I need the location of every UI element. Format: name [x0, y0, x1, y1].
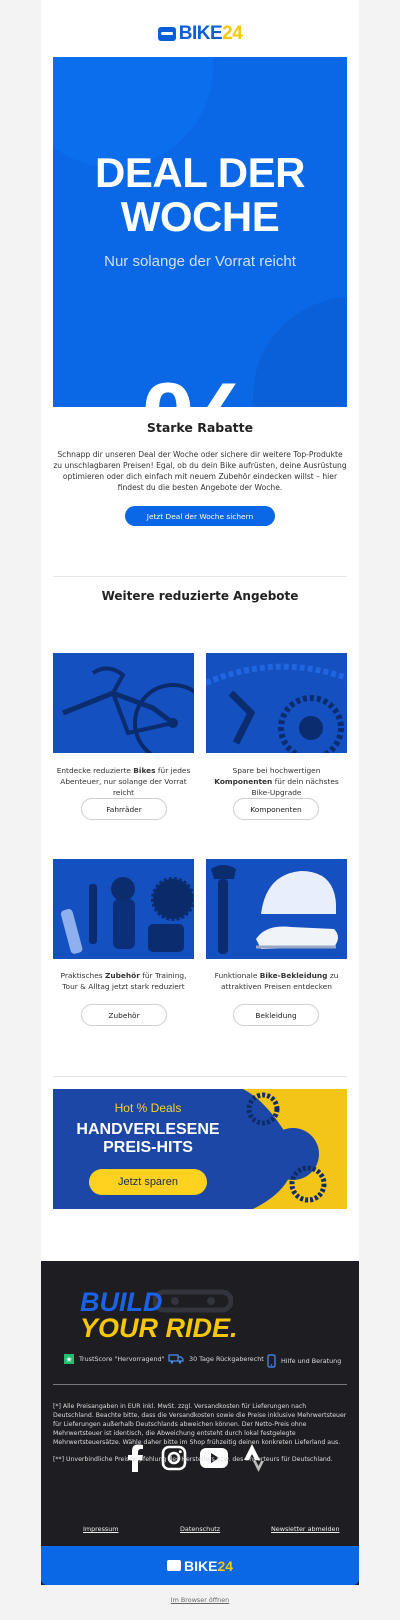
legal-text-rrp: [**] Unverbindliche Preisempfehlung des …	[53, 1456, 333, 1463]
footer: BUILD YOUR RIDE. ★ TrustScore "Hervorrag…	[41, 1261, 359, 1585]
apparel-button[interactable]: Bekleidung	[233, 1004, 319, 1026]
bike24-logo-mark	[157, 27, 176, 41]
accessories-button[interactable]: Zubehör	[81, 1004, 167, 1026]
phone-icon	[267, 1354, 276, 1368]
help-label: Hilfe und Beratung	[281, 1357, 342, 1365]
return-policy-item: 30 Tage Rückgaberecht	[168, 1354, 264, 1364]
open-in-browser-link[interactable]: Im Browser öffnen	[0, 1596, 400, 1604]
unsubscribe-link[interactable]: Newsletter abmelden	[271, 1525, 340, 1533]
components-button[interactable]: Komponenten	[233, 798, 319, 820]
apparel-description: Funktionale Bike-Bekleidung zu attraktiv…	[214, 971, 339, 991]
footer-logo-bar[interactable]: BIKE24	[41, 1546, 359, 1585]
trustscore-label: TrustScore "Hervorragend"	[79, 1355, 165, 1363]
bikes-description: Entdecke reduzierte Bikes für jedes Aben…	[56, 766, 191, 797]
bicycle-image[interactable]	[53, 653, 194, 753]
divider	[53, 1076, 347, 1077]
components-description: Spare bei hochwertigen Komponenten für d…	[214, 766, 339, 797]
intro-text: Schnapp dir unseren Deal der Woche oder …	[53, 450, 347, 492]
hot-deals-kicker: Hot % Deals	[114, 1101, 182, 1115]
apparel-image[interactable]	[206, 859, 347, 959]
accessories-description: Praktisches Zubehör für Training, Tour &…	[60, 971, 187, 991]
hero-title: DEAL DER WOCHE	[95, 149, 305, 240]
deal-of-week-button[interactable]: Jetzt Deal der Woche sichern	[125, 506, 275, 526]
star-icon: ★	[64, 1354, 74, 1364]
bike24-logo[interactable]: BIKE24	[41, 22, 359, 46]
components-image[interactable]	[206, 653, 347, 753]
divider	[53, 576, 347, 577]
bikes-button[interactable]: Fahrräder	[81, 798, 167, 820]
apparel-illustration	[206, 859, 347, 959]
components-illustration	[206, 653, 347, 753]
bike24-footer-logo: BIKE24	[183, 1557, 234, 1574]
bike24-logo-mark	[166, 1560, 181, 1571]
save-now-button[interactable]: Jetzt sparen	[89, 1169, 207, 1195]
imprint-link[interactable]: Impressum	[83, 1525, 119, 1533]
email-card: BIKE24 DEAL DER WOCHE Nur solange der Vor…	[41, 0, 359, 1585]
deal-hero-banner[interactable]: DEAL DER WOCHE Nur solange der Vorrat rei…	[53, 57, 347, 407]
trustscore-item: ★ TrustScore "Hervorragend"	[64, 1354, 165, 1364]
footer-divider	[53, 1384, 347, 1385]
more-offers-heading: Weitere reduzierte Angebote	[101, 589, 299, 603]
bike24-logo-text: BIKE24	[178, 23, 243, 44]
hero-subtitle: Nur solange der Vorrat reicht	[104, 253, 296, 270]
hot-deals-headline: HANDVERLESENE PREIS-HITS	[76, 1121, 220, 1156]
accessories-illustration	[53, 859, 194, 959]
accessories-image[interactable]	[53, 859, 194, 959]
truck-icon	[168, 1354, 184, 1364]
return-policy-label: 30 Tage Rückgaberecht	[189, 1355, 264, 1363]
privacy-link[interactable]: Datenschutz	[180, 1525, 220, 1533]
bicycle-illustration	[53, 653, 194, 753]
legal-text-prices: [*] Alle Preisangaben in EUR inkl. MwSt.…	[53, 1403, 347, 1446]
build-your-ride-slogan: BUILD YOUR RIDE.	[80, 1287, 238, 1343]
percent-icon: %	[53, 363, 347, 407]
intro-heading: Starke Rabatte	[146, 420, 254, 435]
hot-deals-banner[interactable]: Hot % Deals HANDVERLESENE PREIS-HITS Jetz…	[53, 1089, 347, 1209]
help-item: Hilfe und Beratung	[267, 1354, 341, 1368]
